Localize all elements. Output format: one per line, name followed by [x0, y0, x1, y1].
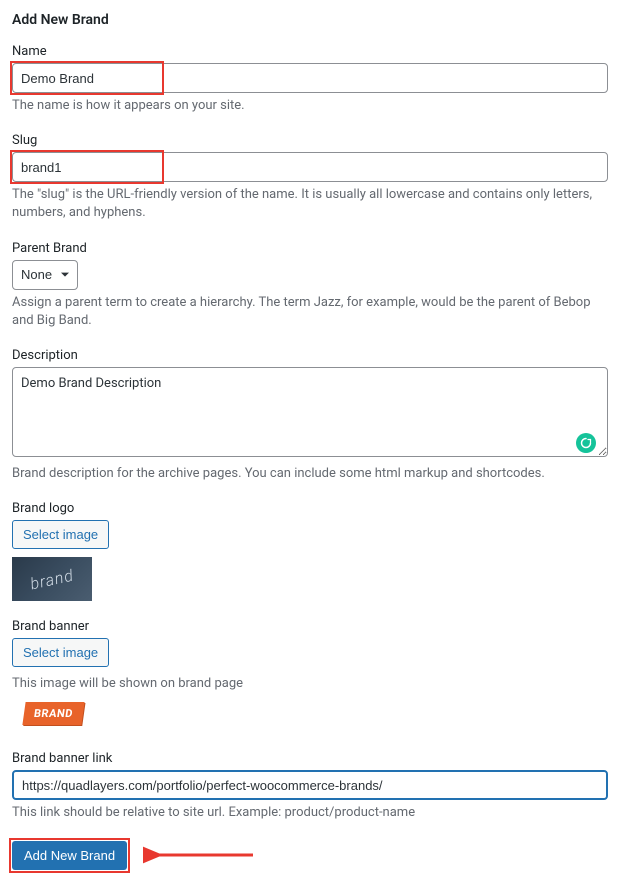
parent-brand-help: Assign a parent term to create a hierarc…: [12, 294, 608, 330]
brand-banner-link-help: This link should be relative to site url…: [12, 804, 608, 822]
brand-banner-field: Brand banner Select image This image wil…: [12, 619, 608, 733]
brand-banner-select-button[interactable]: Select image: [12, 638, 109, 667]
slug-label: Slug: [12, 133, 608, 148]
brand-logo-preview[interactable]: brand: [12, 557, 92, 601]
parent-brand-field: Parent Brand None Assign a parent term t…: [12, 241, 608, 330]
slug-help: The "slug" is the URL-friendly version o…: [12, 186, 608, 222]
parent-brand-label: Parent Brand: [12, 241, 608, 256]
brand-banner-preview-text: BRAND: [22, 702, 84, 725]
brand-logo-select-button[interactable]: Select image: [12, 520, 109, 549]
brand-logo-preview-text: brand: [29, 565, 76, 593]
name-help: The name is how it appears on your site.: [12, 97, 608, 115]
slug-field: Slug The "slug" is the URL-friendly vers…: [12, 133, 608, 222]
brand-banner-help: This image will be shown on brand page: [12, 675, 608, 693]
name-label: Name: [12, 44, 608, 59]
submit-row: Add New Brand: [12, 841, 608, 870]
brand-logo-label: Brand logo: [12, 501, 608, 516]
brand-banner-link-field: Brand banner link This link should be re…: [12, 751, 608, 822]
description-textarea[interactable]: Demo Brand Description: [12, 367, 608, 457]
name-input[interactable]: [12, 63, 608, 93]
parent-brand-select[interactable]: None: [12, 260, 78, 290]
description-help: Brand description for the archive pages.…: [12, 465, 608, 483]
brand-banner-link-label: Brand banner link: [12, 751, 608, 766]
arrow-annotation: [143, 845, 263, 865]
brand-logo-field: Brand logo Select image brand: [12, 501, 608, 601]
description-label: Description: [12, 348, 608, 363]
page-title: Add New Brand: [12, 12, 608, 28]
name-field: Name The name is how it appears on your …: [12, 44, 608, 115]
brand-banner-link-input[interactable]: [12, 770, 608, 800]
add-new-brand-button[interactable]: Add New Brand: [12, 841, 127, 870]
description-field: Description Demo Brand Description Brand…: [12, 348, 608, 483]
slug-input[interactable]: [12, 152, 608, 182]
brand-banner-label: Brand banner: [12, 619, 608, 634]
brand-banner-preview[interactable]: BRAND: [12, 693, 94, 733]
